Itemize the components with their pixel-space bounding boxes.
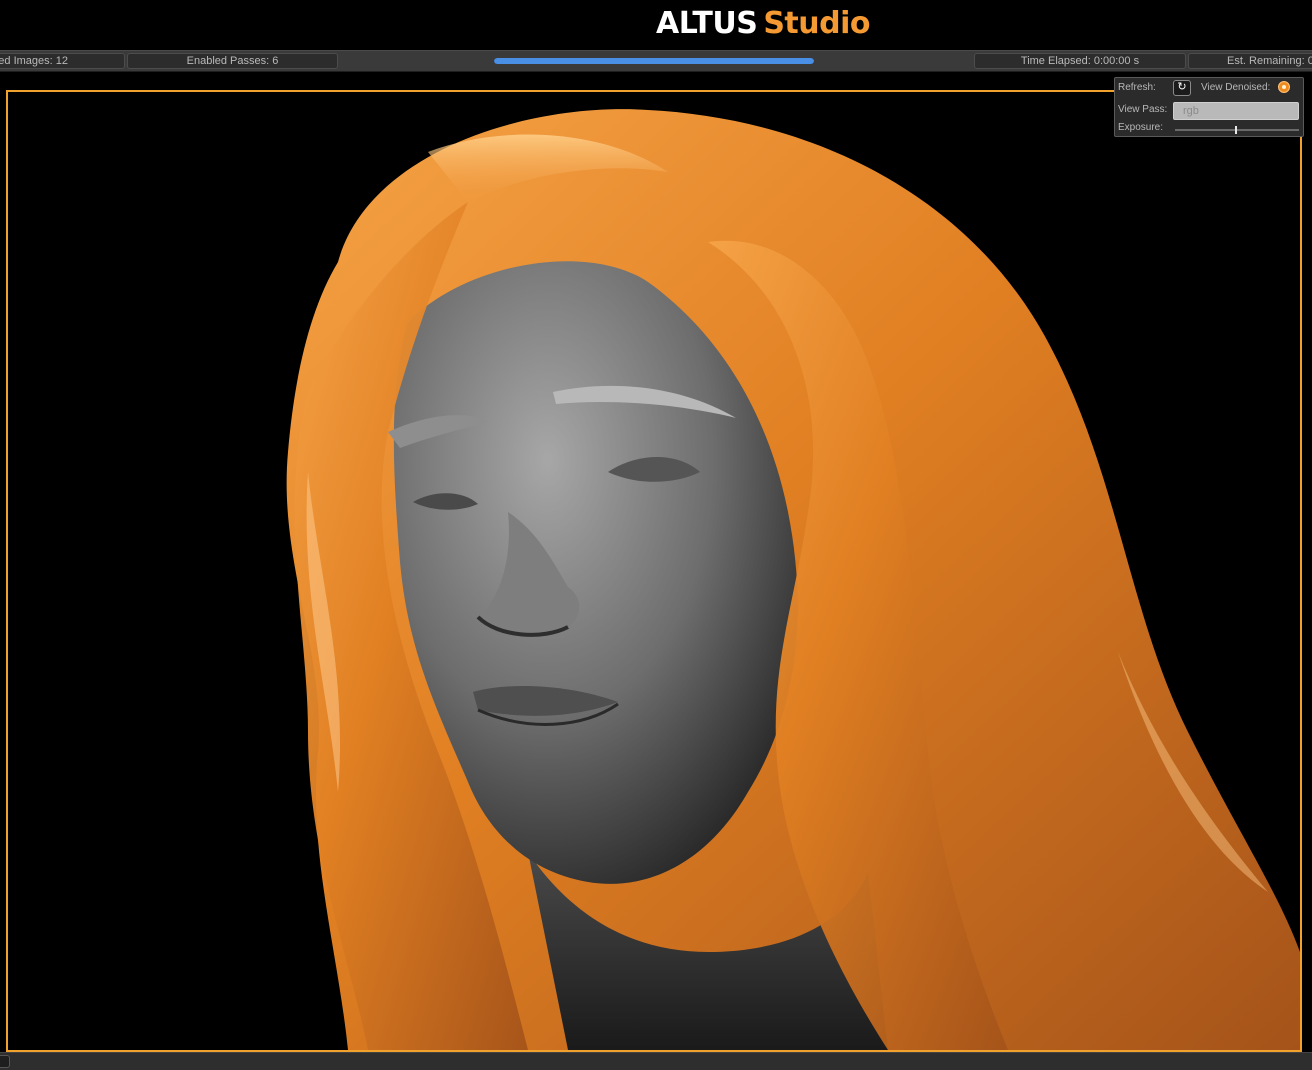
bottom-status-bar [0, 1052, 1312, 1070]
render-preview-image [286, 109, 1300, 1050]
enabled-passes-readout: Enabled Passes: 6 [127, 53, 338, 69]
altus-studio-window: ALTUS Studio ed Images: 12 Enabled Passes… [0, 0, 1312, 1070]
exposure-label: Exposure: [1118, 122, 1164, 133]
render-progress-bar [494, 58, 814, 64]
refresh-label: Refresh: [1118, 82, 1156, 93]
loaded-images-readout: ed Images: 12 [0, 53, 125, 69]
render-progress-fill [494, 58, 814, 64]
est-remaining-readout: Est. Remaining: 0 [1188, 53, 1312, 69]
exposure-slider[interactable] [1175, 126, 1299, 134]
app-logo: ALTUS Studio [656, 6, 870, 41]
view-pass-label: View Pass: [1118, 104, 1168, 115]
render-viewport[interactable] [6, 90, 1302, 1052]
panel-toggle-handle[interactable] [0, 1055, 10, 1068]
refresh-button[interactable]: ↻ [1173, 80, 1191, 96]
exposure-slider-handle[interactable] [1235, 126, 1237, 134]
view-denoised-label: View Denoised: [1201, 82, 1271, 93]
brand-secondary: Studio [763, 6, 870, 41]
brand-primary: ALTUS [656, 6, 758, 41]
view-denoised-radio[interactable] [1278, 81, 1290, 93]
time-elapsed-readout: Time Elapsed: 0:00:00 s [974, 53, 1186, 69]
view-pass-field[interactable]: rgb [1173, 102, 1299, 120]
refresh-icon: ↻ [1177, 81, 1187, 93]
viewer-options-panel: Refresh: ↻ View Denoised: View Pass: rgb… [1114, 77, 1304, 137]
status-bar: ed Images: 12 Enabled Passes: 6 Time Ela… [0, 50, 1312, 72]
title-bar: ALTUS Studio [0, 0, 1312, 50]
